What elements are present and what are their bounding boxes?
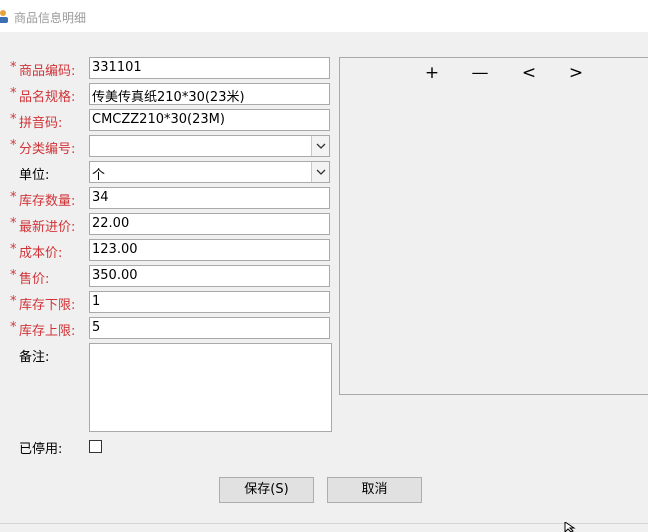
- app-icon: [0, 10, 8, 23]
- category-dropdown-button[interactable]: [311, 136, 329, 156]
- save-button[interactable]: 保存(S): [219, 477, 314, 503]
- label-code: 商品编码:: [19, 64, 76, 79]
- label-cost-price: 成本价:: [19, 246, 63, 261]
- required-mark: *: [10, 216, 17, 231]
- field-row-category: * 分类编号:: [0, 135, 340, 159]
- code-input[interactable]: 331101: [89, 57, 330, 79]
- field-row-stock-max: * 库存上限: 5: [0, 317, 340, 341]
- label-latest-price: 最新进价:: [19, 220, 76, 235]
- chevron-down-icon: [316, 169, 325, 175]
- required-mark: *: [10, 294, 17, 309]
- required-mark: *: [10, 112, 17, 127]
- label-stock-min: 库存下限:: [19, 298, 76, 313]
- remark-textarea[interactable]: [89, 343, 332, 432]
- field-row-pinyin: * 拼音码: CMCZZ210*30(23M): [0, 109, 340, 133]
- required-mark: *: [10, 86, 17, 101]
- label-stock-max: 库存上限:: [19, 324, 76, 339]
- required-mark: *: [10, 268, 17, 283]
- cost-price-input[interactable]: 123.00: [89, 239, 330, 261]
- label-sale-price: 售价:: [19, 272, 50, 287]
- label-unit: 单位:: [19, 168, 50, 183]
- remove-image-button[interactable]: —: [468, 62, 492, 84]
- required-mark: *: [10, 60, 17, 75]
- category-select[interactable]: [89, 135, 330, 157]
- field-row-stock-qty: * 库存数量: 34: [0, 187, 340, 211]
- field-row-code: * 商品编码: 331101: [0, 57, 340, 81]
- unit-select[interactable]: 个: [89, 161, 330, 183]
- field-row-cost-price: * 成本价: 123.00: [0, 239, 340, 263]
- latest-price-input[interactable]: 22.00: [89, 213, 330, 235]
- add-image-button[interactable]: +: [420, 62, 444, 84]
- field-row-latest-price: * 最新进价: 22.00: [0, 213, 340, 237]
- field-row-name-spec: * 品名规格: 传美传真纸210*30(23米): [0, 83, 340, 107]
- name-spec-input[interactable]: 传美传真纸210*30(23米): [89, 83, 330, 105]
- required-mark: *: [10, 320, 17, 335]
- title-bar: 商品信息明细: [0, 0, 648, 32]
- sale-price-input[interactable]: 350.00: [89, 265, 330, 287]
- pinyin-input[interactable]: CMCZZ210*30(23M): [89, 109, 330, 131]
- next-image-button[interactable]: >: [564, 62, 588, 84]
- label-stock-qty: 库存数量:: [19, 194, 76, 209]
- required-mark: *: [10, 190, 17, 205]
- required-mark: *: [10, 138, 17, 153]
- stock-min-input[interactable]: 1: [89, 291, 330, 313]
- image-panel: + — < >: [339, 57, 648, 395]
- required-mark: *: [10, 242, 17, 257]
- field-row-stock-min: * 库存下限: 1: [0, 291, 340, 315]
- unit-dropdown-button[interactable]: [311, 162, 329, 182]
- unit-select-value: 个: [92, 168, 106, 183]
- label-disabled: 已停用:: [19, 442, 63, 457]
- label-category: 分类编号:: [19, 142, 76, 157]
- field-row-sale-price: * 售价: 350.00: [0, 265, 340, 289]
- disabled-checkbox[interactable]: [89, 440, 102, 453]
- prev-image-button[interactable]: <: [517, 62, 541, 84]
- label-pinyin: 拼音码:: [19, 116, 63, 131]
- cancel-button[interactable]: 取消: [327, 477, 422, 503]
- stock-qty-input[interactable]: 34: [89, 187, 330, 209]
- status-strip: [0, 523, 648, 532]
- window-title: 商品信息明细: [14, 11, 87, 25]
- label-remark: 备注:: [19, 350, 50, 365]
- label-name-spec: 品名规格:: [19, 90, 76, 105]
- chevron-down-icon: [316, 143, 325, 149]
- mouse-cursor-icon: [564, 522, 576, 532]
- field-row-unit: 单位: 个: [0, 161, 340, 185]
- stock-max-input[interactable]: 5: [89, 317, 330, 339]
